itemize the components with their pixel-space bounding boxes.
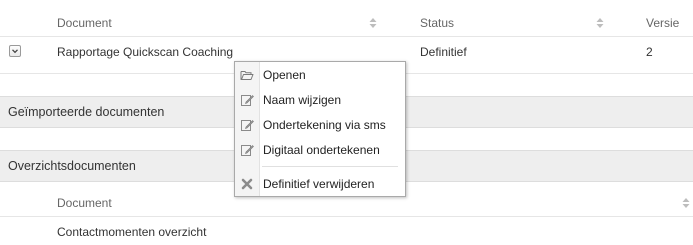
menu-item-label: Definitief verwijderen [263,177,375,191]
menu-item-label: Openen [263,68,306,82]
menu-item-digital-sign[interactable]: Digitaal ondertekenen [235,139,405,161]
column-header-version[interactable]: Versie [646,14,679,32]
menu-item-label: Digitaal ondertekenen [263,143,380,157]
menu-item-label: Naam wijzigen [263,93,342,107]
menu-separator [262,166,398,167]
sort-icon[interactable] [369,17,377,29]
column-header-document[interactable]: Document [57,194,112,212]
sort-icon[interactable] [596,17,604,29]
chevron-down-icon [12,49,18,54]
header-divider [0,36,693,37]
row-version: 2 [646,45,653,59]
folder-open-icon [240,71,254,80]
edit-icon [241,120,254,131]
context-menu: Openen Naam wijzigen Ondertekening via s… [234,61,406,197]
menu-item-label: Ondertekening via sms [263,118,386,132]
edit-icon [241,145,254,156]
section-title: Overzichtsdocumenten [8,159,136,173]
row-document-name[interactable]: Contactmomenten overzicht [57,223,206,241]
section-title: Geïmporteerde documenten [8,105,165,119]
menu-item-delete-permanently[interactable]: Definitief verwijderen [235,173,405,195]
delete-x-icon [241,178,253,190]
column-header-status[interactable]: Status [420,14,454,32]
edit-icon [241,95,254,106]
menu-item-rename[interactable]: Naam wijzigen [235,89,405,111]
row-document-name[interactable]: Rapportage Quickscan Coaching [57,43,233,61]
sort-icon[interactable] [682,197,690,209]
row-status: Definitief [420,45,467,59]
row-dropdown-toggle[interactable] [9,45,21,57]
menu-item-open[interactable]: Openen [235,64,405,86]
column-header-document[interactable]: Document [57,14,112,32]
header-divider [0,216,693,217]
menu-item-sign-via-sms[interactable]: Ondertekening via sms [235,114,405,136]
